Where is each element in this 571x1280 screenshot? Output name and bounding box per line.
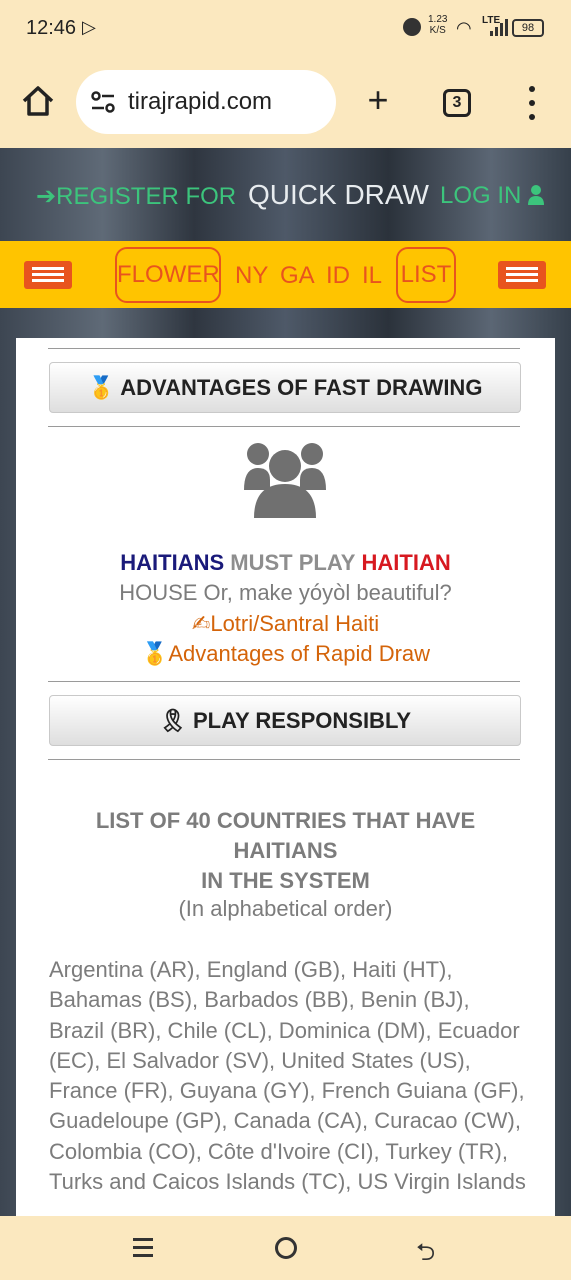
- system-nav-bar: ⮌: [0, 1216, 571, 1280]
- url-text[interactable]: tirajrapid.com: [128, 88, 272, 116]
- alarm-icon: [403, 18, 421, 36]
- divider: [48, 348, 520, 349]
- site-settings-icon[interactable]: [90, 90, 116, 114]
- signal-icon: [490, 18, 508, 36]
- network-speed: 1.23 K/S: [428, 14, 448, 36]
- site-title: QUICK DRAW: [248, 179, 429, 210]
- url-bar[interactable]: tirajrapid.com: [76, 70, 336, 134]
- list-subheading: (In alphabetical order): [178, 896, 393, 921]
- users-icon: [244, 440, 326, 518]
- menu-right-icon[interactable]: [498, 261, 546, 289]
- list-heading-1: LIST OF 40 COUNTRIES THAT HAVE: [95, 808, 476, 833]
- battery-icon: 98: [512, 19, 544, 37]
- user-icon: [528, 185, 545, 205]
- site-header: ➔REGISTER FOR QUICK DRAW LOG IN: [0, 148, 571, 241]
- home-button-icon[interactable]: [275, 1237, 297, 1259]
- house-line: HOUSE Or, make yóyòl beautiful?: [119, 580, 452, 605]
- wifi-icon: ◠: [456, 18, 472, 38]
- advantages-link[interactable]: 🥇Advantages of Rapid Draw: [16, 641, 555, 667]
- divider: [48, 681, 520, 682]
- status-time: 12:46: [26, 17, 77, 39]
- home-icon[interactable]: [20, 83, 56, 119]
- status-bar: 12:46 ▷ 1.23 K/S ◠ LTE 98: [0, 0, 571, 58]
- nav-bar: FLOWER NY GA ID IL LIST: [0, 241, 571, 308]
- cast-icon: ▷: [82, 17, 96, 37]
- lotri-link[interactable]: ✍Lotri/Santral Haiti: [16, 611, 555, 637]
- list-heading-3: IN THE SYSTEM: [201, 868, 370, 893]
- content-card: 🥇 ADVANTAGES OF FAST DRAWING HAITIANS MU…: [16, 338, 555, 1216]
- advantages-button[interactable]: 🥇 ADVANTAGES OF FAST DRAWING: [49, 362, 521, 413]
- haitians-line: HAITIANS MUST PLAY HAITIAN: [120, 550, 451, 575]
- list-heading-2: HAITIANS: [233, 838, 338, 863]
- menu-icon[interactable]: [526, 86, 538, 120]
- nav-id[interactable]: ID: [326, 262, 350, 290]
- nav-ga[interactable]: GA: [280, 262, 315, 290]
- nav-flower[interactable]: FLOWER: [115, 247, 221, 303]
- countries-list: Argentina (AR), England (GB), Haiti (HT)…: [49, 957, 526, 1195]
- recent-apps-icon[interactable]: [133, 1238, 153, 1258]
- divider: [48, 426, 520, 427]
- web-page: ➔REGISTER FOR QUICK DRAW LOG IN FLOWER N…: [0, 148, 571, 1216]
- nav-il[interactable]: IL: [362, 262, 382, 290]
- login-link[interactable]: LOG IN: [440, 182, 545, 210]
- register-link[interactable]: ➔REGISTER FOR: [36, 182, 236, 211]
- nav-list[interactable]: LIST: [396, 247, 456, 303]
- divider: [48, 759, 520, 760]
- play-responsibly-button[interactable]: 🎗 PLAY RESPONSIBLY: [49, 695, 521, 746]
- nav-ny[interactable]: NY: [235, 262, 268, 290]
- tabs-icon[interactable]: 3: [443, 89, 471, 117]
- plus-icon[interactable]: +: [361, 82, 395, 118]
- browser-toolbar: tirajrapid.com + 3: [0, 58, 571, 148]
- menu-left-icon[interactable]: [24, 261, 72, 289]
- back-icon[interactable]: ⮌: [416, 1235, 435, 1276]
